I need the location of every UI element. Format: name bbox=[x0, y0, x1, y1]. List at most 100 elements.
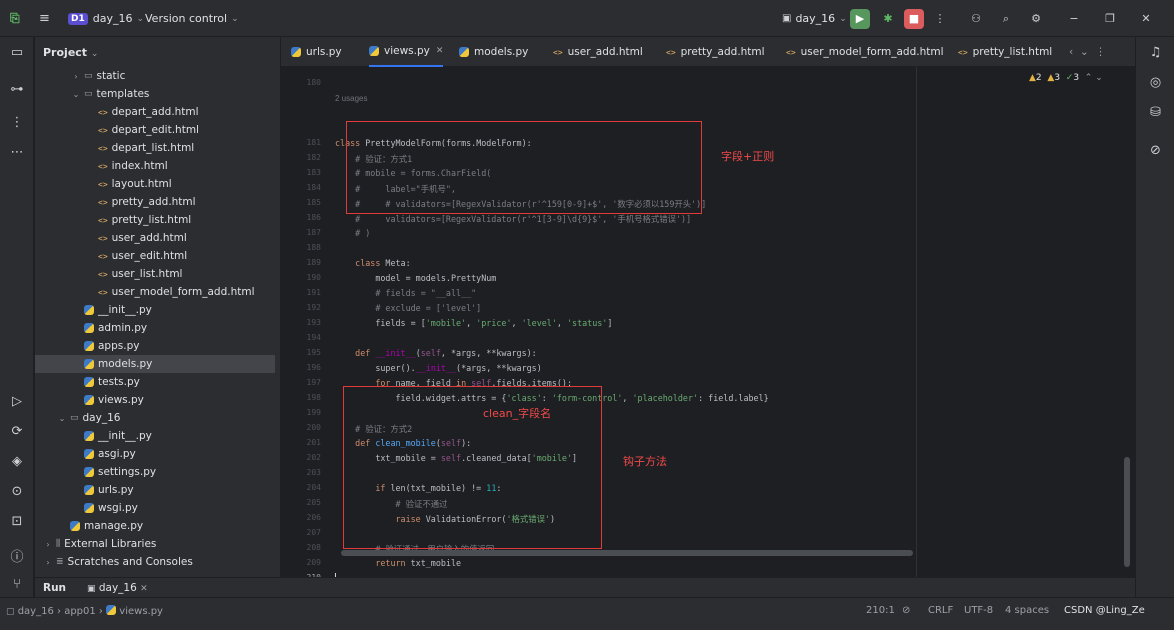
tree-item[interactable]: <> user_edit.html bbox=[35, 247, 275, 265]
more-actions-icon[interactable]: ⋮ bbox=[930, 9, 950, 29]
tab-scroll-icon[interactable]: ‹ ⌄ ⋮ bbox=[1069, 37, 1106, 67]
problems-icon[interactable]: ⓘ bbox=[0, 546, 34, 565]
terminal-icon[interactable]: ⊡ bbox=[0, 514, 34, 529]
tree-item[interactable]: ⌄ ▭ day_16 bbox=[35, 409, 275, 427]
python-packages-icon[interactable]: ⋮ bbox=[0, 115, 34, 130]
tree-item[interactable]: <> pretty_add.html bbox=[35, 193, 275, 211]
chevron-right-icon[interactable]: › bbox=[43, 540, 53, 549]
tree-item[interactable]: <> depart_list.html bbox=[35, 139, 275, 157]
tree-item[interactable]: tests.py bbox=[35, 373, 275, 391]
editor-tab[interactable]: <> user_add.html bbox=[553, 37, 643, 67]
project-switcher[interactable]: D1 day_16 ⌄ bbox=[68, 0, 144, 37]
minimize-icon[interactable]: − bbox=[1064, 9, 1084, 29]
tab-label: views.py bbox=[384, 45, 430, 57]
tree-item[interactable]: __init__.py bbox=[35, 427, 275, 445]
tree-item[interactable]: <> pretty_list.html bbox=[35, 211, 275, 229]
add-user-icon[interactable]: ⚇ bbox=[966, 9, 986, 29]
code-line[interactable]: # ) bbox=[335, 228, 370, 238]
indent-setting[interactable]: 4 spaces bbox=[1005, 605, 1049, 616]
tree-item[interactable]: urls.py bbox=[35, 481, 275, 499]
stop-icon[interactable]: ■ bbox=[904, 8, 924, 29]
chevron-down-icon[interactable]: ⌄ bbox=[57, 414, 67, 423]
tree-item[interactable]: asgi.py bbox=[35, 445, 275, 463]
project-panel-header[interactable]: Project ⌄ bbox=[43, 46, 98, 59]
tree-item[interactable]: › ≣ Scratches and Consoles bbox=[35, 553, 275, 571]
python-console-icon[interactable]: ⟳ bbox=[0, 424, 34, 439]
settings-gear-icon[interactable]: ⚙ bbox=[1026, 9, 1046, 29]
services-icon[interactable]: ◈ bbox=[0, 454, 34, 469]
chevron-down-icon[interactable]: ⌄ bbox=[71, 90, 81, 99]
line-number: 189 bbox=[306, 258, 321, 267]
html-file-icon: <> bbox=[98, 269, 108, 279]
editor-tab[interactable]: urls.py bbox=[291, 37, 342, 67]
run-config-selector[interactable]: ▣ day_16 ⌄ bbox=[782, 0, 847, 37]
notifications-icon[interactable]: ♫ bbox=[1136, 45, 1174, 60]
git-icon[interactable]: ⑂ bbox=[0, 577, 34, 592]
python-file-icon bbox=[84, 467, 94, 477]
chevron-right-icon[interactable]: › bbox=[71, 72, 81, 81]
project-tool-icon[interactable]: ▭ bbox=[0, 45, 34, 60]
code-line[interactable]: super().__init__(*args, **kwargs) bbox=[335, 363, 541, 373]
tree-item[interactable]: ⌄ ▭ templates bbox=[35, 85, 275, 103]
editor-tab[interactable]: views.py ✕ bbox=[369, 37, 444, 67]
run-label[interactable]: Run bbox=[43, 582, 66, 594]
line-separator[interactable]: CRLF bbox=[928, 605, 953, 616]
code-line[interactable]: # exclude = ['level'] bbox=[335, 303, 481, 313]
main-menu-icon[interactable]: ≡ bbox=[39, 0, 50, 37]
editor-tab[interactable]: <> pretty_list.html bbox=[958, 37, 1052, 67]
ai-assistant-icon[interactable]: ◎ bbox=[1136, 75, 1174, 90]
tree-item[interactable]: models.py bbox=[35, 355, 275, 373]
more-tools-icon[interactable]: ⋯ bbox=[0, 145, 34, 160]
tree-item[interactable]: <> layout.html bbox=[35, 175, 275, 193]
vertical-scrollbar[interactable] bbox=[1124, 457, 1130, 567]
structure-icon[interactable]: ⊶ bbox=[0, 82, 34, 97]
vcs-menu[interactable]: Version control ⌄ bbox=[145, 0, 239, 37]
editor-tab[interactable]: <> pretty_add.html bbox=[666, 37, 765, 67]
code-line[interactable]: fields = ['mobile', 'price', 'level', 's… bbox=[335, 318, 612, 328]
tree-item[interactable]: apps.py bbox=[35, 337, 275, 355]
tree-item[interactable]: <> depart_edit.html bbox=[35, 121, 275, 139]
tree-item[interactable]: <> depart_add.html bbox=[35, 103, 275, 121]
line-number: 187 bbox=[306, 228, 321, 237]
file-encoding[interactable]: UTF-8 bbox=[964, 605, 993, 616]
code-line[interactable]: class Meta: bbox=[335, 258, 410, 268]
code-line[interactable]: # validators=[RegexValidator(r'^1[3-9]\d… bbox=[335, 213, 691, 225]
tree-item-label: apps.py bbox=[98, 340, 140, 352]
run-icon[interactable]: ▶ bbox=[850, 8, 870, 29]
tree-item[interactable]: views.py bbox=[35, 391, 275, 409]
code-line[interactable]: # fields = "__all__" bbox=[335, 288, 476, 298]
tree-item[interactable]: <> index.html bbox=[35, 157, 275, 175]
tree-item[interactable]: › ▭ static bbox=[35, 67, 275, 85]
run-config-tab[interactable]: ▣ day_16 ✕ bbox=[87, 582, 148, 594]
horizontal-scrollbar[interactable] bbox=[341, 550, 913, 556]
close-tab-icon[interactable]: ✕ bbox=[436, 46, 444, 56]
tree-item[interactable]: __init__.py bbox=[35, 301, 275, 319]
breadcrumb[interactable]: ▢ day_16 › app01 › views.py bbox=[6, 605, 163, 617]
editor-tab[interactable]: <> user_model_form_add.html bbox=[786, 37, 944, 67]
tree-item[interactable]: <> user_list.html bbox=[35, 265, 275, 283]
python-file-icon bbox=[84, 431, 94, 441]
tree-item[interactable]: manage.py bbox=[35, 517, 275, 535]
tree-item[interactable]: admin.py bbox=[35, 319, 275, 337]
usages-hint[interactable]: 2 usages bbox=[335, 94, 367, 103]
search-icon[interactable]: ⌕ bbox=[996, 9, 1016, 29]
readonly-toggle-icon[interactable]: ⊘ bbox=[902, 605, 910, 616]
debug-tool-icon[interactable]: ⊙ bbox=[0, 484, 34, 499]
tree-item[interactable]: <> user_add.html bbox=[35, 229, 275, 247]
coverage-icon[interactable]: ⊘ bbox=[1136, 143, 1174, 158]
code-line[interactable]: def __init__(self, *args, **kwargs): bbox=[335, 348, 537, 358]
tree-item[interactable]: <> user_model_form_add.html bbox=[35, 283, 275, 301]
code-line[interactable]: return txt_mobile bbox=[335, 558, 461, 568]
tree-item[interactable]: wsgi.py bbox=[35, 499, 275, 517]
tree-item[interactable]: › ⫼ External Libraries bbox=[35, 535, 275, 553]
debug-icon[interactable]: ✱ bbox=[878, 9, 898, 29]
code-line[interactable]: model = models.PrettyNum bbox=[335, 273, 496, 283]
cursor-position[interactable]: 210:1 bbox=[866, 605, 895, 616]
restore-icon[interactable]: ❐ bbox=[1100, 9, 1120, 29]
tree-item[interactable]: settings.py bbox=[35, 463, 275, 481]
chevron-right-icon[interactable]: › bbox=[43, 558, 53, 567]
database-icon[interactable]: ⛁ bbox=[1136, 105, 1174, 120]
run-tool-icon[interactable]: ▷ bbox=[0, 394, 34, 409]
close-icon[interactable]: ✕ bbox=[1136, 9, 1156, 29]
editor-tab[interactable]: models.py bbox=[459, 37, 528, 67]
